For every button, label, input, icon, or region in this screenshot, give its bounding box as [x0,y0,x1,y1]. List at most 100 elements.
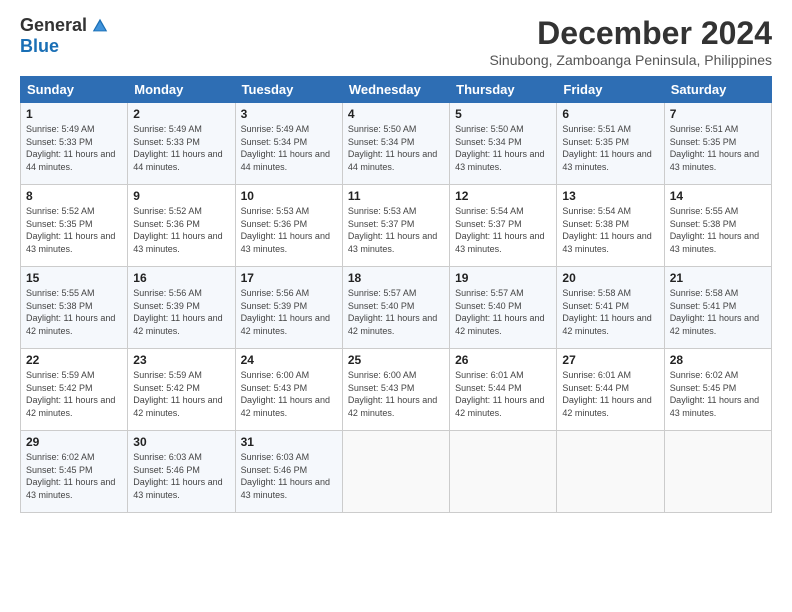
col-sunday: Sunday [21,77,128,103]
day-cell: 3 Sunrise: 5:49 AMSunset: 5:34 PMDayligh… [235,103,342,185]
day-info: Sunrise: 5:51 AMSunset: 5:35 PMDaylight:… [562,123,658,173]
day-number: 16 [133,271,229,285]
day-info: Sunrise: 5:49 AMSunset: 5:33 PMDaylight:… [133,123,229,173]
day-info: Sunrise: 5:49 AMSunset: 5:33 PMDaylight:… [26,123,122,173]
day-number: 18 [348,271,444,285]
day-number: 5 [455,107,551,121]
day-number: 26 [455,353,551,367]
day-cell: 20 Sunrise: 5:58 AMSunset: 5:41 PMDaylig… [557,267,664,349]
day-info: Sunrise: 5:59 AMSunset: 5:42 PMDaylight:… [26,369,122,419]
day-info: Sunrise: 6:01 AMSunset: 5:44 PMDaylight:… [455,369,551,419]
day-info: Sunrise: 5:57 AMSunset: 5:40 PMDaylight:… [455,287,551,337]
day-cell: 25 Sunrise: 6:00 AMSunset: 5:43 PMDaylig… [342,349,449,431]
month-title: December 2024 [489,15,772,52]
day-info: Sunrise: 5:55 AMSunset: 5:38 PMDaylight:… [670,205,766,255]
header: General Blue December 2024 Sinubong, Zam… [20,15,772,68]
day-number: 21 [670,271,766,285]
logo: General Blue [20,15,109,57]
day-info: Sunrise: 5:53 AMSunset: 5:37 PMDaylight:… [348,205,444,255]
day-cell: 21 Sunrise: 5:58 AMSunset: 5:41 PMDaylig… [664,267,771,349]
title-section: December 2024 Sinubong, Zamboanga Penins… [489,15,772,68]
day-number: 17 [241,271,337,285]
day-number: 12 [455,189,551,203]
week-row-2: 8 Sunrise: 5:52 AMSunset: 5:35 PMDayligh… [21,185,772,267]
day-cell: 15 Sunrise: 5:55 AMSunset: 5:38 PMDaylig… [21,267,128,349]
page: General Blue December 2024 Sinubong, Zam… [0,0,792,612]
logo-blue-text: Blue [20,36,59,57]
day-cell: 30 Sunrise: 6:03 AMSunset: 5:46 PMDaylig… [128,431,235,513]
day-info: Sunrise: 6:01 AMSunset: 5:44 PMDaylight:… [562,369,658,419]
day-cell: 22 Sunrise: 5:59 AMSunset: 5:42 PMDaylig… [21,349,128,431]
col-friday: Friday [557,77,664,103]
day-cell [557,431,664,513]
day-info: Sunrise: 5:52 AMSunset: 5:36 PMDaylight:… [133,205,229,255]
day-info: Sunrise: 5:51 AMSunset: 5:35 PMDaylight:… [670,123,766,173]
col-tuesday: Tuesday [235,77,342,103]
day-cell: 10 Sunrise: 5:53 AMSunset: 5:36 PMDaylig… [235,185,342,267]
week-row-4: 22 Sunrise: 5:59 AMSunset: 5:42 PMDaylig… [21,349,772,431]
day-number: 4 [348,107,444,121]
day-cell: 27 Sunrise: 6:01 AMSunset: 5:44 PMDaylig… [557,349,664,431]
day-cell: 1 Sunrise: 5:49 AMSunset: 5:33 PMDayligh… [21,103,128,185]
day-cell: 16 Sunrise: 5:56 AMSunset: 5:39 PMDaylig… [128,267,235,349]
day-cell: 17 Sunrise: 5:56 AMSunset: 5:39 PMDaylig… [235,267,342,349]
day-number: 11 [348,189,444,203]
day-info: Sunrise: 6:03 AMSunset: 5:46 PMDaylight:… [133,451,229,501]
day-info: Sunrise: 6:03 AMSunset: 5:46 PMDaylight:… [241,451,337,501]
day-cell: 29 Sunrise: 6:02 AMSunset: 5:45 PMDaylig… [21,431,128,513]
col-saturday: Saturday [664,77,771,103]
col-thursday: Thursday [450,77,557,103]
day-number: 6 [562,107,658,121]
day-info: Sunrise: 5:58 AMSunset: 5:41 PMDaylight:… [670,287,766,337]
day-cell: 11 Sunrise: 5:53 AMSunset: 5:37 PMDaylig… [342,185,449,267]
day-cell: 18 Sunrise: 5:57 AMSunset: 5:40 PMDaylig… [342,267,449,349]
day-number: 25 [348,353,444,367]
day-cell: 5 Sunrise: 5:50 AMSunset: 5:34 PMDayligh… [450,103,557,185]
day-cell: 31 Sunrise: 6:03 AMSunset: 5:46 PMDaylig… [235,431,342,513]
day-number: 20 [562,271,658,285]
day-info: Sunrise: 6:02 AMSunset: 5:45 PMDaylight:… [670,369,766,419]
day-number: 14 [670,189,766,203]
day-cell: 24 Sunrise: 6:00 AMSunset: 5:43 PMDaylig… [235,349,342,431]
day-number: 22 [26,353,122,367]
day-number: 8 [26,189,122,203]
day-info: Sunrise: 5:50 AMSunset: 5:34 PMDaylight:… [348,123,444,173]
day-cell: 2 Sunrise: 5:49 AMSunset: 5:33 PMDayligh… [128,103,235,185]
logo-general-text: General [20,15,87,36]
day-info: Sunrise: 6:00 AMSunset: 5:43 PMDaylight:… [241,369,337,419]
location-title: Sinubong, Zamboanga Peninsula, Philippin… [489,52,772,68]
day-cell [664,431,771,513]
day-info: Sunrise: 5:50 AMSunset: 5:34 PMDaylight:… [455,123,551,173]
day-cell: 28 Sunrise: 6:02 AMSunset: 5:45 PMDaylig… [664,349,771,431]
col-monday: Monday [128,77,235,103]
day-cell: 23 Sunrise: 5:59 AMSunset: 5:42 PMDaylig… [128,349,235,431]
day-number: 2 [133,107,229,121]
col-wednesday: Wednesday [342,77,449,103]
day-number: 1 [26,107,122,121]
day-number: 9 [133,189,229,203]
day-number: 15 [26,271,122,285]
calendar-table: Sunday Monday Tuesday Wednesday Thursday… [20,76,772,513]
day-info: Sunrise: 5:58 AMSunset: 5:41 PMDaylight:… [562,287,658,337]
day-info: Sunrise: 5:53 AMSunset: 5:36 PMDaylight:… [241,205,337,255]
day-cell: 7 Sunrise: 5:51 AMSunset: 5:35 PMDayligh… [664,103,771,185]
day-cell: 26 Sunrise: 6:01 AMSunset: 5:44 PMDaylig… [450,349,557,431]
day-number: 28 [670,353,766,367]
day-number: 24 [241,353,337,367]
day-info: Sunrise: 5:59 AMSunset: 5:42 PMDaylight:… [133,369,229,419]
day-number: 3 [241,107,337,121]
day-number: 19 [455,271,551,285]
day-info: Sunrise: 5:56 AMSunset: 5:39 PMDaylight:… [241,287,337,337]
day-cell: 8 Sunrise: 5:52 AMSunset: 5:35 PMDayligh… [21,185,128,267]
day-info: Sunrise: 6:00 AMSunset: 5:43 PMDaylight:… [348,369,444,419]
day-number: 29 [26,435,122,449]
day-cell [342,431,449,513]
day-number: 27 [562,353,658,367]
day-number: 10 [241,189,337,203]
day-number: 13 [562,189,658,203]
day-info: Sunrise: 5:56 AMSunset: 5:39 PMDaylight:… [133,287,229,337]
day-cell: 6 Sunrise: 5:51 AMSunset: 5:35 PMDayligh… [557,103,664,185]
day-cell: 9 Sunrise: 5:52 AMSunset: 5:36 PMDayligh… [128,185,235,267]
day-cell: 4 Sunrise: 5:50 AMSunset: 5:34 PMDayligh… [342,103,449,185]
day-cell [450,431,557,513]
